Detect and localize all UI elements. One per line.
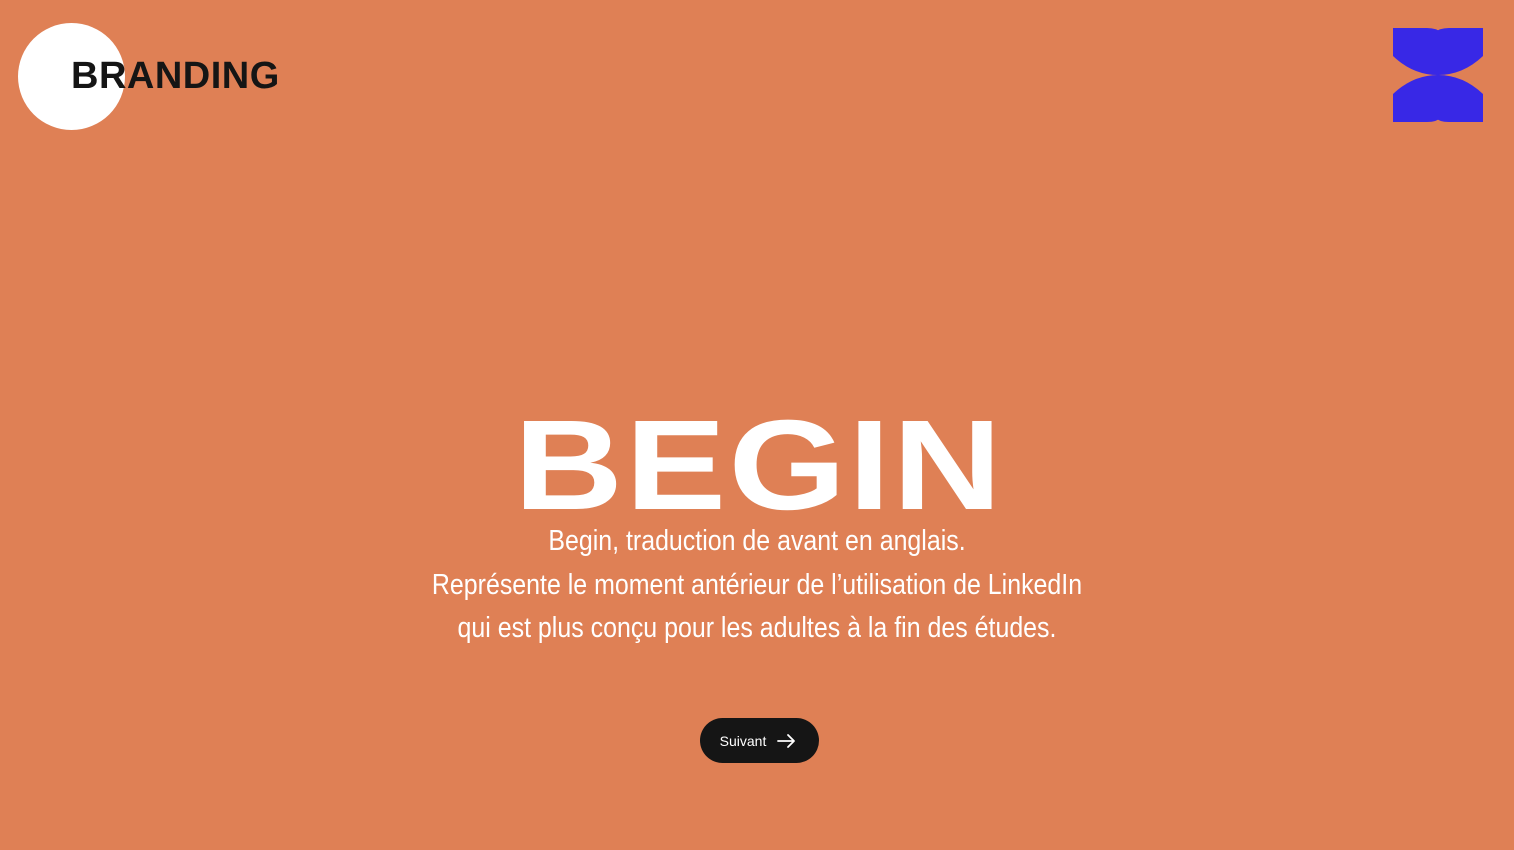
description-text: Begin, traduction de avant en anglais. R… [364,520,1150,651]
next-button[interactable]: Suivant [700,718,819,763]
description-line-3: qui est plus conçu pour les adultes à la… [457,612,1057,644]
logo-text: BRANDING [71,55,280,97]
description-line-2: Représente le moment antérieur de l’util… [431,568,1083,601]
branding-logo[interactable]: BRANDING [18,23,318,131]
flower-bottom-right-petal [1429,75,1483,122]
flower-top-right-petal [1429,28,1483,75]
next-button-label: Suivant [719,732,767,749]
hero-title: BEGIN [513,393,1005,537]
arrow-right-icon [777,733,796,748]
description-line-1: Begin, traduction de avant en anglais. [548,525,966,557]
flower-icon [1393,28,1483,122]
